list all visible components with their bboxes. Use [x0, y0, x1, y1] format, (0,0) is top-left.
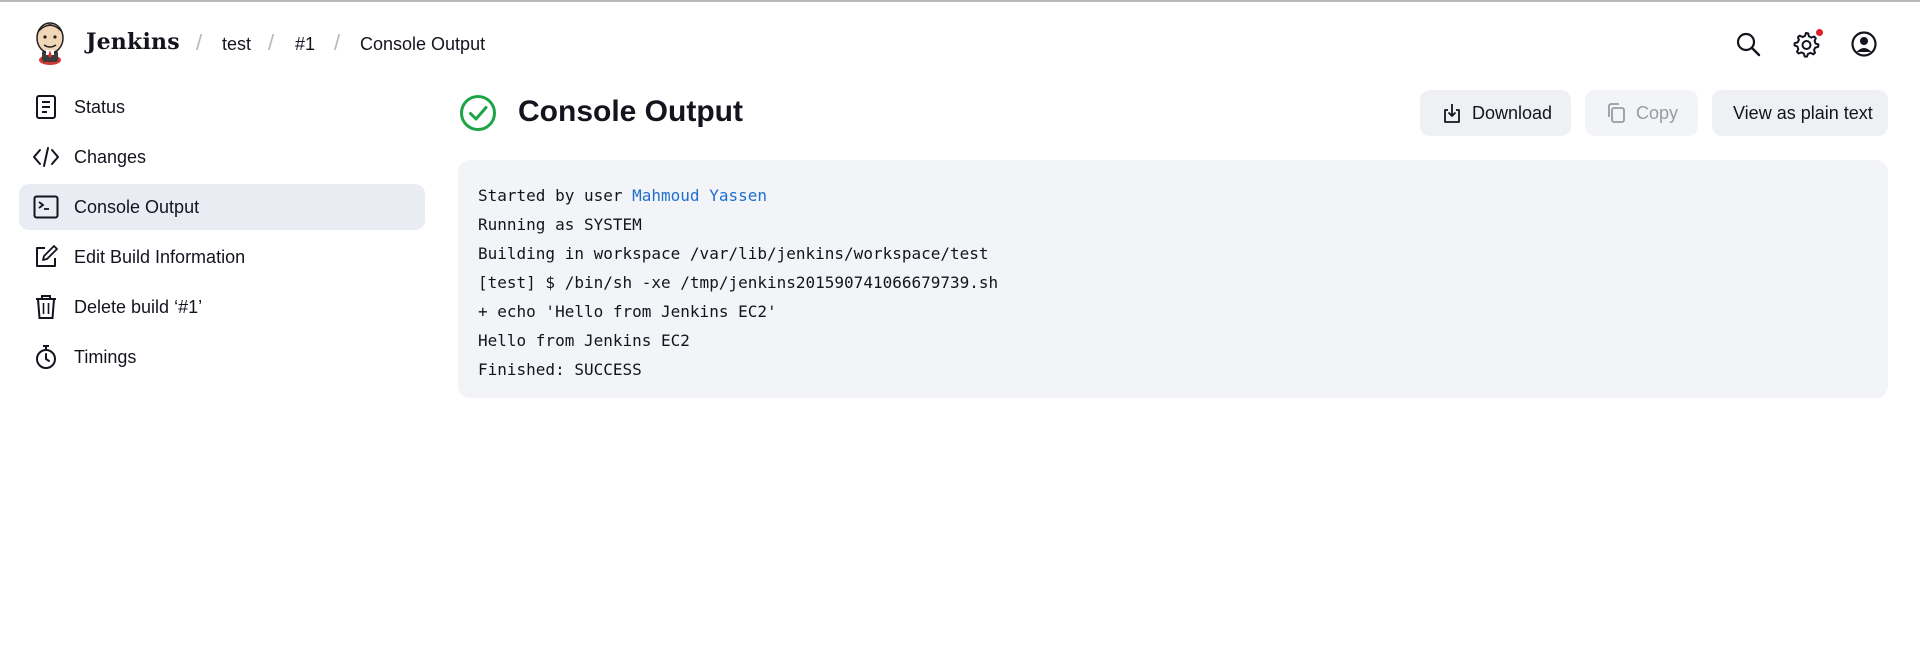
sidebar: Status Changes Console Output Edit Build…	[19, 84, 425, 384]
download-button[interactable]: Download	[1420, 90, 1571, 136]
copy-button[interactable]: Copy	[1585, 90, 1698, 136]
console-line: Building in workspace /var/lib/jenkins/w…	[478, 244, 989, 263]
sidebar-item-timings[interactable]: Timings	[19, 334, 425, 380]
jenkins-logo-icon[interactable]	[32, 20, 68, 66]
breadcrumb-build[interactable]: #1	[295, 34, 315, 55]
sidebar-item-label: Delete build ‘#1’	[74, 296, 203, 317]
page-title: Console Output	[518, 95, 743, 128]
copy-button-label: Copy	[1636, 102, 1679, 123]
sidebar-item-label: Timings	[74, 346, 137, 367]
search-icon[interactable]	[1734, 30, 1762, 58]
copy-icon	[1608, 103, 1625, 123]
success-check-icon	[460, 95, 496, 131]
stopwatch-icon	[32, 343, 60, 371]
console-line: Finished: SUCCESS	[478, 360, 642, 379]
terminal-icon	[32, 193, 60, 221]
view-as-plain-text-button[interactable]: View as plain text	[1712, 90, 1888, 136]
console-line: Started by user Mahmoud Yassen	[478, 181, 1868, 210]
breadcrumb-console-output[interactable]: Console Output	[360, 34, 485, 55]
console-line: Hello from Jenkins EC2	[478, 331, 690, 350]
console-line: [test] $ /bin/sh -xe /tmp/jenkins2015907…	[478, 273, 999, 292]
breadcrumb-separator: /	[196, 30, 203, 55]
sidebar-item-label: Edit Build Information	[74, 246, 246, 267]
brand-name[interactable]: Jenkins	[86, 29, 180, 55]
view-as-plain-text-label: View as plain text	[1733, 102, 1873, 123]
sidebar-item-label: Status	[74, 96, 126, 117]
sidebar-item-changes[interactable]: Changes	[19, 134, 425, 180]
console-output: Started by user Mahmoud Yassen Running a…	[458, 160, 1888, 398]
download-icon	[1444, 104, 1460, 123]
console-started-prefix: Started by user	[478, 186, 633, 205]
notification-dot	[1816, 29, 1823, 36]
sidebar-item-label: Console Output	[74, 196, 200, 217]
download-button-label: Download	[1472, 102, 1553, 123]
user-icon[interactable]	[1850, 30, 1878, 58]
console-line: Running as SYSTEM	[478, 215, 642, 234]
sidebar-item-status[interactable]: Status	[19, 84, 425, 130]
code-icon	[32, 143, 60, 171]
sidebar-item-edit-build-information[interactable]: Edit Build Information	[19, 234, 425, 280]
edit-icon	[32, 243, 60, 271]
sidebar-item-label: Changes	[74, 146, 147, 167]
trash-icon	[32, 293, 60, 321]
breadcrumb-separator: /	[334, 30, 341, 55]
console-line: + echo 'Hello from Jenkins EC2'	[478, 302, 777, 321]
status-icon	[32, 93, 60, 121]
sidebar-item-console-output[interactable]: Console Output	[19, 184, 425, 230]
user-link[interactable]: Mahmoud Yassen	[632, 186, 767, 205]
breadcrumb-separator: /	[268, 30, 275, 55]
sidebar-item-delete-build[interactable]: Delete build ‘#1’	[19, 284, 425, 330]
header: Jenkins / test / #1 / Console Output	[0, 2, 1920, 80]
breadcrumb-test[interactable]: test	[222, 34, 251, 55]
